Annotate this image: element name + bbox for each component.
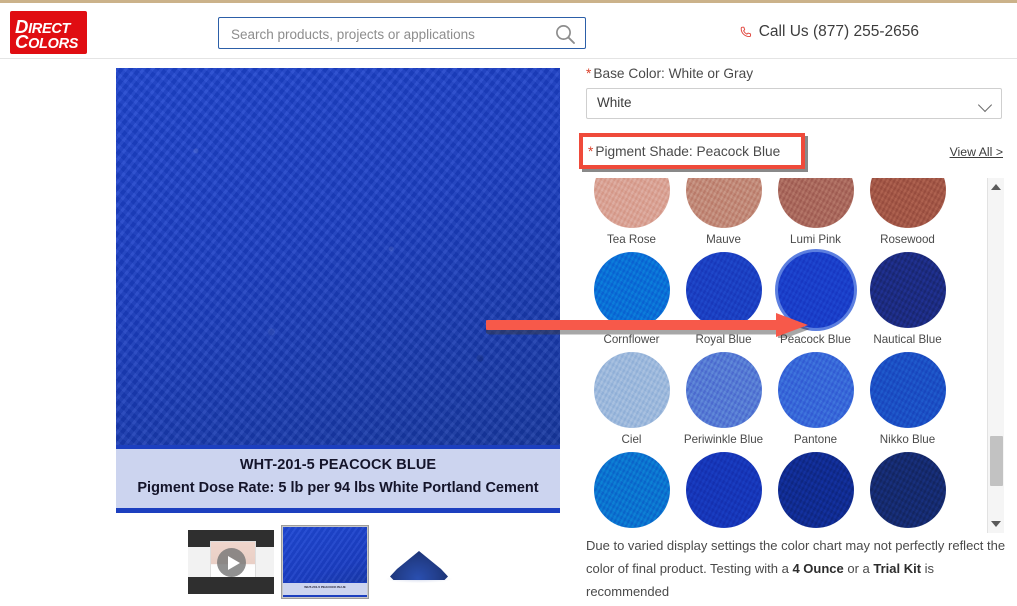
swatch-label: Nautical Blue [873,333,942,346]
swatch-color[interactable] [593,178,670,228]
disclaimer-part-2: or a [843,561,874,576]
swatch-color[interactable] [777,352,854,428]
swatch-panel-scrollbar[interactable] [987,178,1004,533]
swatch-label: Cornflower [603,333,660,346]
swatch-label: Periwinkle Blue [683,433,764,446]
swatch-lumi-pink[interactable]: Lumi Pink [770,178,861,246]
scrollbar-thumb[interactable] [990,436,1003,486]
swatch-label: Rosewood [880,233,935,246]
base-color-select[interactable]: White [586,88,1002,119]
search-icon[interactable] [553,22,577,46]
swatch-color[interactable] [593,252,670,328]
play-triangle [228,556,240,570]
scroll-up-arrow-icon[interactable] [991,184,1001,190]
product-image-area: WHT-201-5 PEACOCK BLUE Pigment Dose Rate… [116,68,560,513]
swatch-nikko-blue[interactable]: Nikko Blue [862,352,953,446]
video-thumbnail[interactable] [188,526,274,598]
swatch-pantone[interactable]: Pantone [770,352,861,446]
swatch-color[interactable] [685,452,762,528]
call-us-label: Call Us (877) 255-2656 [758,23,919,40]
swatch-label: Lumi Pink [790,233,841,246]
required-marker: * [588,144,594,159]
pigment-shade-label: * Pigment Shade: Peacock Blue [588,144,780,159]
swatch-rosewood[interactable]: Rosewood [862,178,953,246]
swatch-color[interactable] [685,252,762,328]
pigment-shade-swatch-panel: Tea Rose Mauve Lumi Pink Rosewood Cornfl… [586,178,1004,533]
swatch-color[interactable] [869,352,946,428]
swatch-periwinkle-blue[interactable]: Periwinkle Blue [678,352,769,446]
base-color-value: White [597,95,632,110]
base-color-label: * Base Color: White or Gray [586,66,1004,81]
swatch-color[interactable] [685,352,762,428]
product-caption-dose-rate: Pigment Dose Rate: 5 lb per 94 lbs White… [137,480,539,496]
swatch-row: Tea Rose Mauve Lumi Pink Rosewood [586,178,981,246]
swatch-royal-blue[interactable]: Royal Blue [678,252,769,346]
letterbox-bottom [188,577,274,594]
play-icon[interactable] [217,548,246,577]
swatch-nautical-blue[interactable]: Nautical Blue [862,252,953,346]
swatch-thumbnail[interactable]: WHT-201-5 PEACOCK BLUE [281,525,369,599]
swatch-partial-2[interactable] [678,452,769,528]
swatch-label: Peacock Blue [780,333,851,346]
product-caption: WHT-201-5 PEACOCK BLUE Pigment Dose Rate… [116,445,560,513]
swatch-partial-1[interactable] [586,452,677,528]
swatch-partial-4[interactable] [862,452,953,528]
swatch-ciel[interactable]: Ciel [586,352,677,446]
required-marker: * [586,66,592,81]
swatch-label: Mauve [706,233,741,246]
swatch-label: Pantone [793,433,838,446]
swatch-row: Ciel Periwinkle Blue Pantone Nikko Blue [586,352,981,446]
product-caption-code: WHT-201-5 PEACOCK BLUE [239,457,437,473]
chevron-down-icon[interactable] [977,97,993,113]
swatch-grid: Tea Rose Mauve Lumi Pink Rosewood Cornfl… [586,178,981,533]
swatch-color[interactable] [593,452,670,528]
swatch-peacock-blue[interactable]: Peacock Blue [770,252,861,346]
swatch-row [586,452,981,528]
disclaimer-4-ounce: 4 Ounce [792,561,844,576]
swatch-label: Ciel [621,433,642,446]
pigment-shade-row: * Pigment Shade: Peacock Blue View All > [579,133,1004,173]
swatch-label: Tea Rose [607,233,656,246]
swatch-partial-3[interactable] [770,452,861,528]
powder-pile [390,551,448,580]
product-options: * Base Color: White or Gray White * Pigmen… [579,66,1004,173]
pigment-shade-label-text: Pigment Shade: Peacock Blue [595,144,781,159]
swatch-label: Nikko Blue [879,433,936,446]
base-color-label-text: Base Color: White or Gray [593,66,754,81]
swatch-color[interactable] [777,452,854,528]
swatch-thumbnail-caption: WHT-201-5 PEACOCK BLUE [283,582,367,597]
swatch-row: Cornflower Royal Blue Peacock Blue Nauti… [586,252,981,346]
logo-line-2: COLORS [15,31,78,54]
swatch-label: Royal Blue [695,333,752,346]
product-main-image[interactable] [116,68,560,445]
site-logo[interactable]: DIRECT COLORS [10,11,87,54]
swatch-color[interactable] [869,178,946,228]
pigment-powder-thumbnail[interactable] [376,526,462,598]
swatch-mauve[interactable]: Mauve [678,178,769,246]
swatch-color[interactable] [869,252,946,328]
search-bar[interactable] [218,17,586,50]
swatch-color[interactable] [777,178,854,228]
swatch-tea-rose[interactable]: Tea Rose [586,178,677,246]
swatch-color[interactable] [593,352,670,428]
phone-icon [740,26,751,37]
swatch-color[interactable] [685,178,762,228]
call-us[interactable]: Call Us (877) 255-2656 [739,23,919,41]
swatch-cornflower[interactable]: Cornflower [586,252,677,346]
swatch-color-selected[interactable] [777,252,854,328]
scroll-down-arrow-icon[interactable] [991,521,1001,527]
search-input[interactable] [229,18,533,50]
view-all-link[interactable]: View All > [950,145,1003,159]
thumbnail-strip: WHT-201-5 PEACOCK BLUE [188,525,488,599]
disclaimer-trial-kit: Trial Kit [873,561,922,576]
swatch-color[interactable] [869,452,946,528]
site-header: DIRECT COLORS Call Us (877) 255-2656 [0,3,1017,59]
color-chart-disclaimer: Due to varied display settings the color… [586,534,1006,603]
